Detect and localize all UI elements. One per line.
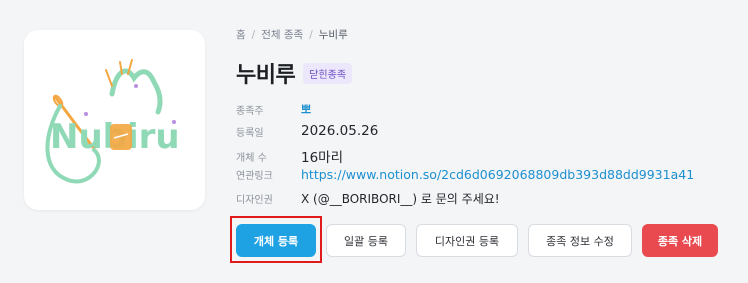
- related-link[interactable]: https://www.notion.so/2cd6d0692068809db3…: [301, 167, 694, 182]
- breadcrumb-home[interactable]: 홈: [236, 29, 246, 41]
- delete-species-button[interactable]: 종족 삭제: [642, 224, 718, 257]
- count-label: 개체 수: [236, 152, 267, 164]
- design-value: X (@__BORIBORI__) 로 문의 주세요!: [301, 192, 500, 206]
- register-individual-button[interactable]: 개체 등록: [236, 224, 316, 257]
- registered-value: 2026.05.26: [301, 123, 379, 139]
- detail-row-count: 개체 수 16마리: [236, 146, 343, 166]
- registered-label: 등록일: [236, 127, 264, 139]
- title-row: 누비루 닫힌종족: [236, 57, 353, 89]
- status-badge: 닫힌종족: [303, 62, 353, 84]
- detail-row-link: 연관링크 https://www.notion.so/2cd6d06920688…: [236, 167, 694, 182]
- breadcrumb-current: 누비루: [318, 29, 348, 41]
- species-logo: Nubiru: [24, 30, 205, 210]
- owner-value[interactable]: 뽀: [301, 101, 311, 117]
- count-value: 16마리: [301, 150, 344, 166]
- breadcrumb: 홈 / 전체 종족 / 누비루: [236, 27, 348, 42]
- action-buttons: 개체 등록 일괄 등록 디자인권 등록 종족 정보 수정 종족 삭제: [230, 216, 718, 263]
- owner-label: 종족주: [236, 105, 264, 117]
- breadcrumb-separator: /: [309, 29, 313, 41]
- breadcrumb-separator: /: [251, 29, 256, 41]
- edit-species-info-button[interactable]: 종족 정보 수정: [528, 224, 632, 257]
- bulk-register-button[interactable]: 일괄 등록: [326, 224, 406, 257]
- detail-row-design: 디자인권 X (@__BORIBORI__) 로 문의 주세요!: [236, 190, 500, 207]
- detail-row-registered: 등록일 2026.05.26: [236, 123, 378, 139]
- breadcrumb-all-species[interactable]: 전체 종족: [261, 29, 303, 41]
- design-rights-register-button[interactable]: 디자인권 등록: [416, 224, 518, 257]
- detail-row-owner: 종족주 뽀: [236, 101, 311, 117]
- page-title: 누비루: [236, 63, 296, 88]
- link-label: 연관링크: [236, 171, 273, 182]
- design-label: 디자인권: [236, 195, 273, 206]
